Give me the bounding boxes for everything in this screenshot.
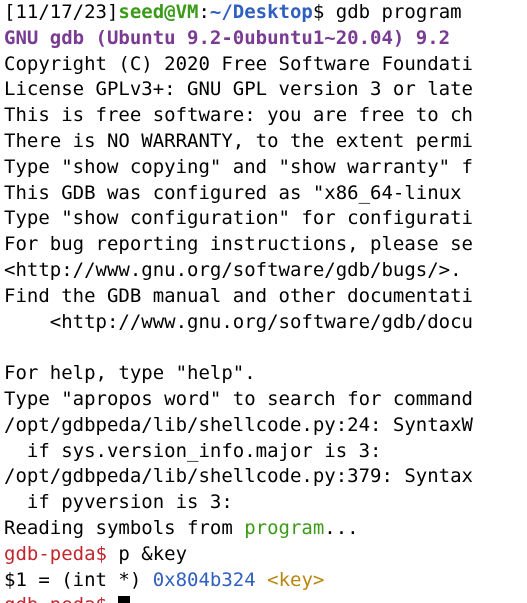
warning-line: /opt/gdbpeda/lib/shellcode.py:24: Syntax…	[4, 413, 473, 436]
output-line: Type "show copying" and "show warranty" …	[4, 155, 473, 178]
warning-line: /opt/gdbpeda/lib/shellcode.py:379: Synta…	[4, 465, 473, 488]
peda-prompt: gdb-peda$	[4, 542, 107, 565]
result-address: 0x804b324	[152, 568, 256, 591]
result-symbol: <key>	[267, 568, 325, 591]
output-line: Type "show configuration" for configurat…	[4, 207, 473, 230]
reading-symbols-line: Reading symbols from program...	[4, 516, 527, 542]
peda-command-line: gdb-peda$ p &key	[4, 542, 527, 568]
output-line: This is free software: you are free to c…	[4, 104, 473, 127]
prompt-user-host: seed@VM	[118, 1, 199, 23]
reading-prefix: Reading symbols from	[4, 516, 245, 539]
prompt-date: [11/17/23]	[4, 1, 119, 23]
shell-command-line: [11/17/23]seed@VM:~/Desktop$ gdb program	[4, 0, 527, 26]
output-line: There is NO WARRANTY, to the extent perm…	[4, 129, 473, 152]
output-line: Find the GDB manual and other documentat…	[4, 284, 473, 307]
help-line: For help, type "help".	[4, 362, 256, 385]
result-line: $1 = (int *) 0x804b324 <key>	[4, 568, 527, 594]
gdb-banner: GNU gdb (Ubuntu 9.2-0ubuntu1~20.04) 9.2	[4, 26, 451, 49]
reading-file: program	[244, 516, 325, 539]
prompt-colon: :	[198, 1, 210, 23]
result-prefix: $1 = (int *)	[4, 568, 153, 591]
shell-command: $ gdb program	[312, 1, 462, 23]
terminal-window[interactable]: [11/17/23]seed@VM:~/Desktop$ gdb program…	[4, 0, 527, 603]
active-prompt-line[interactable]: gdb-peda$	[4, 593, 527, 603]
warning-line: if pyversion is 3:	[4, 491, 233, 514]
text-cursor	[118, 596, 131, 603]
output-line: <http://www.gnu.org/software/gdb/docu	[4, 310, 473, 333]
output-line: Copyright (C) 2020 Free Software Foundat…	[4, 52, 473, 75]
warning-line: if sys.version_info.major is 3:	[4, 439, 382, 462]
output-line: License GPLv3+: GNU GPL version 3 or lat…	[4, 78, 473, 101]
next-peda-prompt: gdb-peda$	[4, 594, 107, 603]
prompt-path: ~/Desktop	[209, 1, 313, 23]
output-line: This GDB was configured as "x86_64-linux	[4, 181, 462, 204]
output-line: For bug reporting instructions, please s…	[4, 233, 473, 256]
output-line: <http://www.gnu.org/software/gdb/bugs/>.	[4, 258, 462, 281]
help-line: Type "apropos word" to search for comman…	[4, 387, 473, 410]
peda-command: p &key	[106, 542, 188, 565]
reading-suffix: ...	[324, 516, 359, 539]
